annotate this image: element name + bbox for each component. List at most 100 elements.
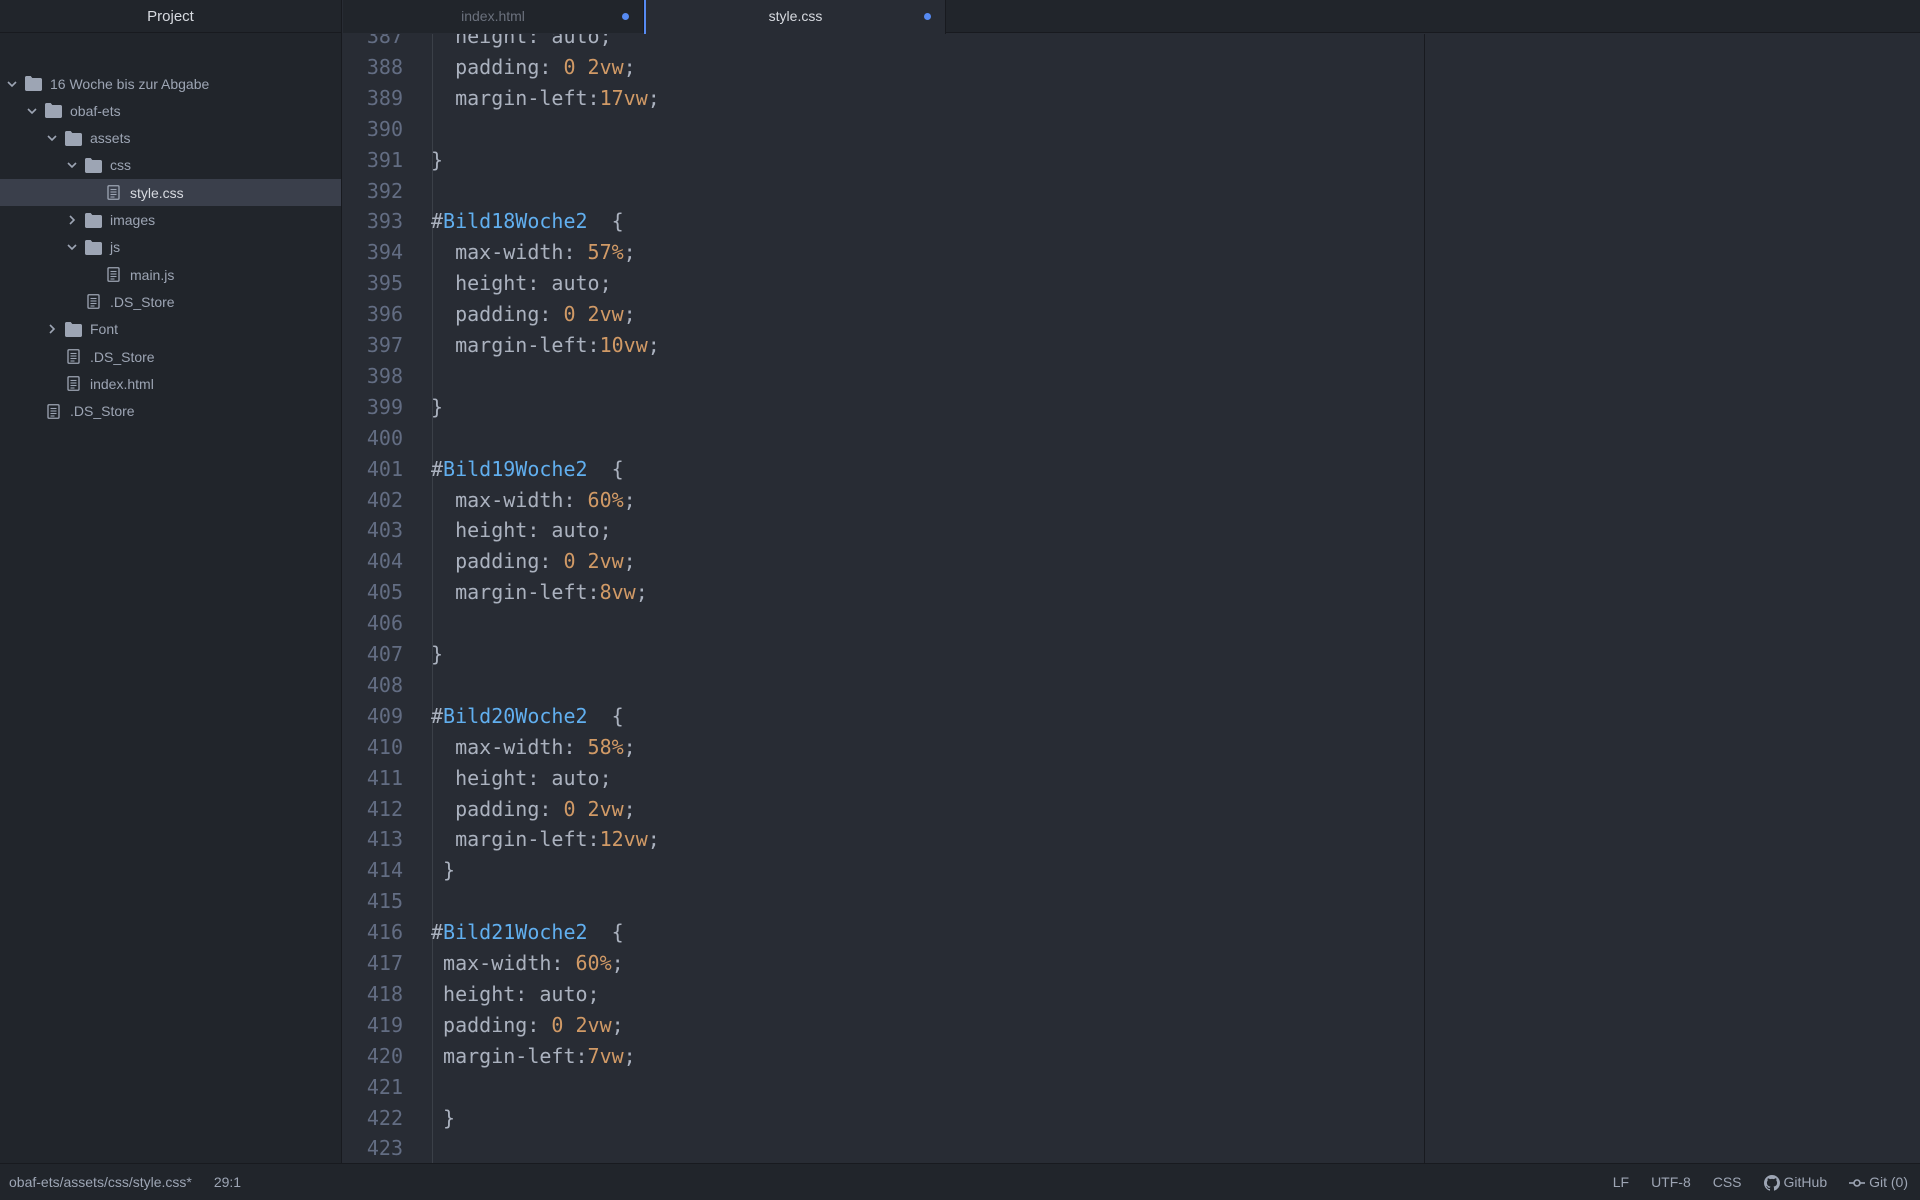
code-line[interactable]: 394 max-width: 57%; [343, 237, 1343, 268]
line-number: 402 [366, 487, 403, 512]
code-line[interactable]: 412 padding: 0 2vw; [343, 794, 1343, 825]
code-editor[interactable]: 387 height: auto; 388 padding: 0 2vw; 389 … [343, 34, 1920, 1163]
code-token: ; [623, 1043, 636, 1068]
number-token: 60% [587, 487, 624, 512]
number-token: 7vw [587, 1043, 624, 1068]
number-token: 0 2vw [563, 796, 624, 821]
tab-style-css[interactable]: style.css [644, 0, 946, 34]
code-token: { [587, 703, 624, 728]
code-line[interactable]: 416 #Bild21Woche2 { [343, 917, 1343, 948]
code-line[interactable]: 402 max-width: 60%; [343, 485, 1343, 516]
code-line[interactable]: 400 [343, 423, 1343, 454]
code-line[interactable]: 387 height: auto; [343, 34, 1343, 52]
encoding-selector[interactable]: UTF-8 [1651, 1164, 1691, 1200]
number-token: 0 2vw [563, 549, 624, 574]
code-token: ; [623, 240, 636, 265]
code-line[interactable]: 414 } [343, 855, 1343, 886]
code-line[interactable]: 410 max-width: 58%; [343, 732, 1343, 763]
code-token: # [431, 209, 444, 234]
tree-folder[interactable]: Font [0, 316, 341, 343]
code-line[interactable]: 388 padding: 0 2vw; [343, 52, 1343, 83]
tree-file[interactable]: main.js [0, 261, 341, 288]
code-line[interactable]: 397 margin-left:10vw; [343, 330, 1343, 361]
code-line[interactable]: 417 max-width: 60%; [343, 948, 1343, 979]
code-line[interactable]: 423 [343, 1133, 1343, 1163]
code-line[interactable]: 421 [343, 1072, 1343, 1103]
line-number: 408 [366, 672, 403, 697]
code-line[interactable]: 403 height: auto; [343, 515, 1343, 546]
line-number: 411 [366, 765, 403, 790]
code-token: max-width: [431, 487, 588, 512]
cursor-position[interactable]: 29:1 [214, 1164, 241, 1200]
code-line[interactable]: 405 margin-left:8vw; [343, 577, 1343, 608]
code-line[interactable]: 401 #Bild19Woche2 { [343, 454, 1343, 485]
code-text: } [431, 639, 443, 670]
tree-folder[interactable]: assets [0, 125, 341, 152]
code-line[interactable]: 406 [343, 608, 1343, 639]
tree-file[interactable]: .DS_Store [0, 288, 341, 315]
code-line[interactable]: 398 [343, 361, 1343, 392]
chevron-right-icon[interactable] [44, 321, 60, 337]
github-button[interactable]: GitHub [1763, 1164, 1827, 1200]
tree-file[interactable]: .DS_Store [0, 398, 341, 425]
code-line[interactable]: 396 padding: 0 2vw; [343, 299, 1343, 330]
code-line[interactable]: 409 #Bild20Woche2 { [343, 701, 1343, 732]
code-line[interactable]: 395 height: auto; [343, 268, 1343, 299]
code-line[interactable]: 392 [343, 176, 1343, 207]
tree-folder[interactable]: 16 Woche bis zur Abgabe [0, 70, 341, 97]
code-line[interactable]: 407} [343, 639, 1343, 670]
tree-folder[interactable]: obaf-ets [0, 97, 341, 124]
code-line[interactable]: 399} [343, 392, 1343, 423]
line-ending-selector[interactable]: LF [1613, 1164, 1629, 1200]
chevron-down-icon[interactable] [44, 130, 60, 146]
code-text: padding: 0 2vw; [431, 794, 636, 825]
chevron-down-icon[interactable] [64, 239, 80, 255]
tree-file[interactable]: index.html [0, 370, 341, 397]
file-path[interactable]: obaf-ets/assets/css/style.css* [9, 1164, 192, 1200]
code-token: # [431, 456, 444, 481]
project-title: Project [0, 0, 341, 33]
line-number: 417 [366, 951, 403, 975]
code-line[interactable]: 390 [343, 114, 1343, 145]
code-line[interactable]: 411 height: auto; [343, 763, 1343, 794]
code-text: padding: 0 2vw; [431, 52, 636, 83]
code-line[interactable]: 389 margin-left:17vw; [343, 83, 1343, 114]
code-line[interactable]: 419 padding: 0 2vw; [343, 1010, 1343, 1041]
code-line[interactable]: 413 margin-left:12vw; [343, 824, 1343, 855]
code-line[interactable]: 422 } [343, 1103, 1343, 1134]
code-token: height: auto; [431, 765, 612, 790]
line-number: 412 [366, 796, 403, 821]
line-number: 416 [366, 920, 403, 945]
line-number: 403 [366, 518, 403, 543]
tree-item-label: 16 Woche bis zur Abgabe [50, 75, 210, 92]
line-number: 423 [366, 1136, 403, 1161]
line-number: 387 [366, 34, 403, 48]
code-line[interactable]: 404 padding: 0 2vw; [343, 546, 1343, 577]
tree-folder[interactable]: css [0, 152, 341, 179]
code-line[interactable]: 391} [343, 145, 1343, 176]
code-line[interactable]: 420 margin-left:7vw; [343, 1041, 1343, 1072]
code-token: ; [623, 302, 636, 327]
tree-folder[interactable]: js [0, 234, 341, 261]
tree-file[interactable]: .DS_Store [0, 343, 341, 370]
number-token: 12vw [599, 827, 648, 852]
chevron-down-icon[interactable] [4, 76, 20, 92]
grammar-selector[interactable]: CSS [1713, 1164, 1742, 1200]
tree-folder[interactable]: images [0, 207, 341, 234]
code-line[interactable]: 408 [343, 670, 1343, 701]
code-token: max-width: [431, 240, 588, 265]
code-line[interactable]: 393 #Bild18Woche2 { [343, 206, 1343, 237]
file-icon [44, 403, 62, 419]
tree-item-label: obaf-ets [70, 102, 121, 119]
line-number: 390 [366, 116, 403, 141]
tree-item-label: .DS_Store [90, 348, 155, 365]
chevron-down-icon[interactable] [24, 103, 40, 119]
tab-index-html[interactable]: index.html [343, 0, 644, 33]
git-button[interactable]: Git (0) [1849, 1164, 1908, 1200]
chevron-down-icon[interactable] [64, 157, 80, 173]
code-line[interactable]: 418 height: auto; [343, 979, 1343, 1010]
chevron-right-icon[interactable] [64, 212, 80, 228]
tree-file[interactable]: style.css [0, 179, 341, 207]
code-line[interactable]: 415 [343, 886, 1343, 917]
line-number: 421 [366, 1074, 403, 1099]
